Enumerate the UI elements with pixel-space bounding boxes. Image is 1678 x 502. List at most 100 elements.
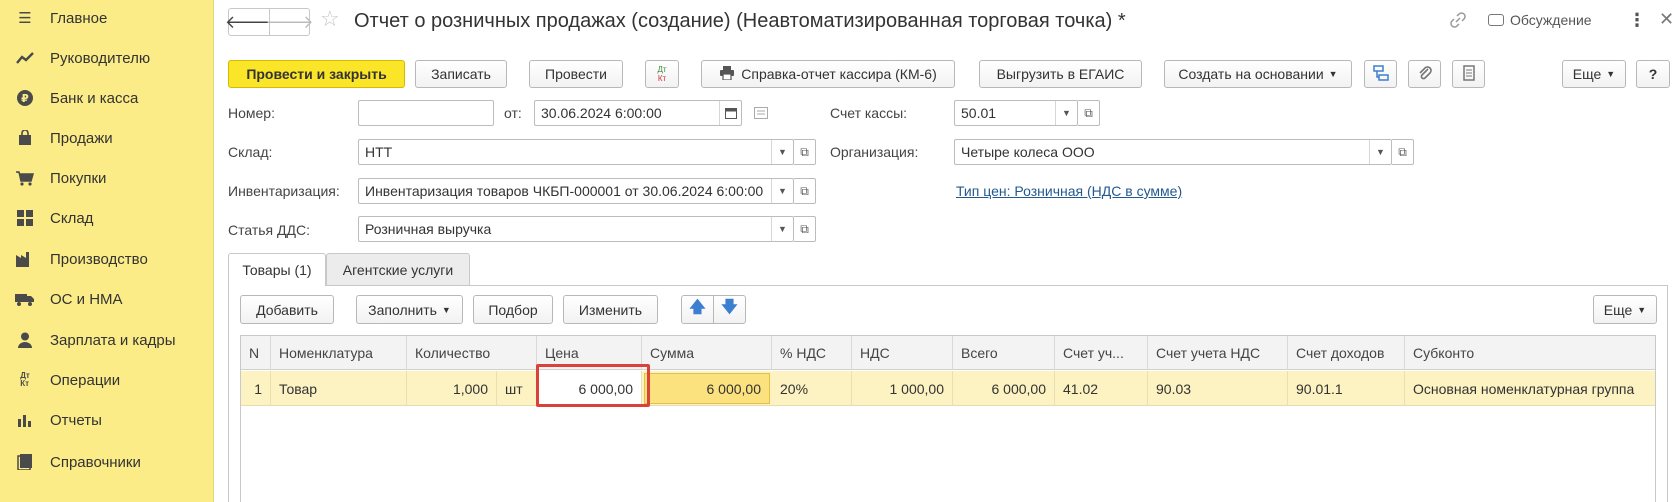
chevron-down-icon[interactable]: ▼ xyxy=(771,179,793,203)
cash-account-field[interactable]: 50.01 ▼ xyxy=(954,100,1078,126)
more-button[interactable]: Еще ▼ xyxy=(1562,60,1626,88)
calendar-icon[interactable] xyxy=(719,101,741,125)
chevron-down-icon[interactable]: ▼ xyxy=(1055,101,1077,125)
trend-icon xyxy=(14,49,36,67)
move-up-button[interactable]: 🡅 xyxy=(681,295,714,324)
pick-button[interactable]: Подбор xyxy=(473,295,553,324)
table-more-button[interactable]: Еще ▼ xyxy=(1593,295,1657,324)
sidebar-item-operations[interactable]: Дт Кт Операции xyxy=(0,365,214,395)
sidebar-item-bank[interactable]: ₽ Банк и касса xyxy=(0,83,214,113)
col-income-account[interactable]: Счет доходов xyxy=(1288,336,1405,370)
link-icon[interactable] xyxy=(1450,12,1466,33)
col-price[interactable]: Цена xyxy=(537,336,642,370)
forward-button[interactable]: 🡒 xyxy=(265,9,314,35)
cell-income-account[interactable]: 90.01.1 xyxy=(1288,371,1405,406)
attachments-button[interactable] xyxy=(1408,60,1441,88)
col-subconto[interactable]: Субконто xyxy=(1405,336,1655,370)
cell-account[interactable]: 41.02 xyxy=(1055,371,1148,406)
discussion-button[interactable]: Обсуждение xyxy=(1488,12,1592,28)
close-icon[interactable]: ✕ xyxy=(1659,9,1674,30)
document-icon xyxy=(1462,64,1475,84)
chevron-down-icon[interactable]: ▼ xyxy=(771,217,793,241)
help-button[interactable]: ? xyxy=(1636,60,1670,88)
paperclip-icon xyxy=(1418,65,1432,84)
cell-vat-rate[interactable]: 20% xyxy=(772,371,852,406)
dds-label: Статья ДДС: xyxy=(228,222,310,238)
favorite-star-icon[interactable]: ☆ xyxy=(320,6,340,32)
date-field[interactable]: 30.06.2024 6:00:00 xyxy=(534,100,742,126)
cell-total[interactable]: 6 000,00 xyxy=(953,371,1055,406)
ruble-icon: ₽ xyxy=(14,89,36,107)
cell-price[interactable]: 6 000,00 xyxy=(537,371,642,406)
chevron-down-icon[interactable]: ▼ xyxy=(771,140,793,164)
svg-text:₽: ₽ xyxy=(21,92,29,105)
tab-agent-services[interactable]: Агентские услуги xyxy=(326,253,470,285)
goods-table: N Номенклатура Количество Цена Сумма % Н… xyxy=(240,335,1656,502)
add-row-button[interactable]: Добавить xyxy=(240,295,334,324)
change-button[interactable]: Изменить xyxy=(563,295,658,324)
open-icon[interactable]: ⧉ xyxy=(1392,139,1414,165)
number-field[interactable] xyxy=(358,100,494,126)
sidebar-item-reports[interactable]: Отчеты xyxy=(0,405,214,435)
col-vat[interactable]: НДС xyxy=(852,336,953,370)
fill-button[interactable]: Заполнить ▼ xyxy=(356,295,463,324)
open-icon[interactable]: ⧉ xyxy=(794,178,816,204)
table-row[interactable]: 1 Товар 1,000 шт 6 000,00 6 000,00 20% 1… xyxy=(241,371,1655,406)
dt-kt-button[interactable]: Дт Кт xyxy=(645,60,679,88)
sidebar-item-warehouse[interactable]: Склад xyxy=(0,203,214,233)
move-down-button[interactable]: 🡇 xyxy=(713,295,746,324)
egais-export-button[interactable]: Выгрузить в ЕГАИС xyxy=(979,60,1142,88)
col-vat-account[interactable]: Счет учета НДС xyxy=(1148,336,1288,370)
sidebar-item-purchases[interactable]: Покупки xyxy=(0,163,214,193)
cashier-report-button[interactable]: Справка-отчет кассира (КМ-6) xyxy=(701,60,955,88)
col-vat-rate[interactable]: % НДС xyxy=(772,336,852,370)
sidebar-item-manager[interactable]: Руководителю xyxy=(0,43,214,73)
cell-sum[interactable]: 6 000,00 xyxy=(644,373,770,404)
tab-goods[interactable]: Товары (1) xyxy=(228,253,326,286)
sidebar-item-catalogs[interactable]: Справочники xyxy=(0,447,214,477)
col-total[interactable]: Всего xyxy=(953,336,1055,370)
sidebar-item-sales[interactable]: Продажи xyxy=(0,123,214,153)
price-type-link[interactable]: Тип цен: Розничная (НДС в сумме) xyxy=(956,183,1182,199)
cell-n[interactable]: 1 xyxy=(241,371,271,406)
dds-field[interactable]: Розничная выручка ▼ xyxy=(358,216,794,242)
history-icon[interactable] xyxy=(754,106,768,122)
cell-item[interactable]: Товар xyxy=(271,371,407,406)
structure-button[interactable] xyxy=(1364,60,1397,88)
open-icon[interactable]: ⧉ xyxy=(1078,100,1100,126)
col-item[interactable]: Номенклатура xyxy=(271,336,407,370)
inventory-field[interactable]: Инвентаризация товаров ЧКБП-000001 от 30… xyxy=(358,178,794,204)
create-based-on-button[interactable]: Создать на основании ▼ xyxy=(1164,60,1352,88)
cell-vat-account[interactable]: 90.03 xyxy=(1148,371,1288,406)
cell-unit[interactable]: шт xyxy=(497,371,537,406)
post-and-close-button[interactable]: Провести и закрыть xyxy=(228,60,405,88)
cell-vat[interactable]: 1 000,00 xyxy=(852,371,953,406)
back-button[interactable]: 🡐 xyxy=(225,9,273,35)
save-button[interactable]: Записать xyxy=(415,60,507,88)
fill-label: Заполнить xyxy=(368,301,437,318)
sidebar-item-main[interactable]: ☰ Главное xyxy=(0,3,214,33)
more-label: Еще xyxy=(1572,66,1602,82)
post-button[interactable]: Провести xyxy=(529,60,623,88)
open-icon[interactable]: ⧉ xyxy=(794,139,816,165)
number-label: Номер: xyxy=(228,105,275,121)
document-button[interactable] xyxy=(1452,60,1485,88)
col-sum[interactable]: Сумма xyxy=(642,336,772,370)
sidebar-item-label: Склад xyxy=(50,209,94,227)
sidebar-item-label: Главное xyxy=(50,9,108,27)
more-vertical-icon[interactable]: ⋮ xyxy=(1628,10,1646,31)
organization-field[interactable]: Четыре колеса ООО ▼ xyxy=(954,139,1392,165)
chevron-down-icon[interactable]: ▼ xyxy=(1369,140,1391,164)
cell-subconto[interactable]: Основная номенклатурная группа xyxy=(1405,371,1655,406)
sidebar-item-production[interactable]: Производство xyxy=(0,244,214,274)
warehouse-field[interactable]: НТТ ▼ xyxy=(358,139,794,165)
sidebar-item-fixed-assets[interactable]: ОС и НМА xyxy=(0,284,214,314)
dt-kt-icon: Дт Кт xyxy=(20,371,30,388)
person-icon xyxy=(14,331,36,349)
open-icon[interactable]: ⧉ xyxy=(794,216,816,242)
col-qty[interactable]: Количество xyxy=(407,336,537,370)
sidebar-item-salary[interactable]: Зарплата и кадры xyxy=(0,325,214,355)
col-account[interactable]: Счет уч... xyxy=(1055,336,1148,370)
cell-qty[interactable]: 1,000 xyxy=(407,371,497,406)
col-n[interactable]: N xyxy=(241,336,271,370)
